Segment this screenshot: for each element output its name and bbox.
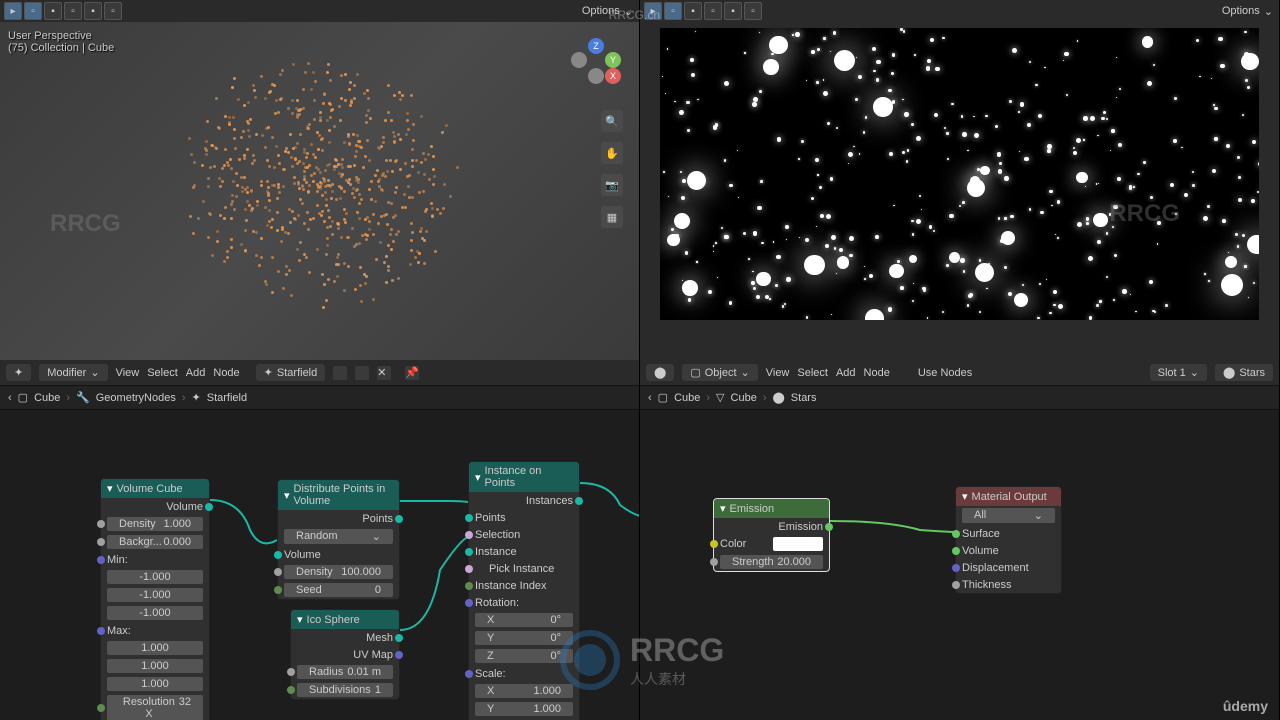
pan-icon[interactable]: ✋ bbox=[601, 142, 623, 164]
breadcrumb-item[interactable]: Cube bbox=[34, 392, 60, 404]
select-intersect-icon[interactable]: ▫ bbox=[104, 2, 122, 20]
menu-node[interactable]: Node bbox=[864, 367, 890, 379]
node-header[interactable]: ▾ Ico Sphere bbox=[291, 610, 399, 629]
node-volume-cube[interactable]: ▾ Volume Cube Volume Density1.000 Backgr… bbox=[100, 478, 210, 720]
select-box-icon[interactable]: ▫ bbox=[24, 2, 42, 20]
chevron-left-icon[interactable]: ‹ bbox=[648, 392, 652, 404]
modifier-dropdown[interactable]: Modifier ⌄ bbox=[39, 364, 107, 381]
select-invert-icon[interactable]: ▪ bbox=[84, 2, 102, 20]
select-subtract-icon[interactable]: ▫ bbox=[64, 2, 82, 20]
node-header[interactable]: ▾ Emission bbox=[714, 499, 829, 518]
breadcrumb-item[interactable]: Cube bbox=[731, 392, 757, 404]
axis-z[interactable]: Z bbox=[588, 38, 604, 54]
select-invert-icon[interactable]: ▪ bbox=[724, 2, 742, 20]
menu-select[interactable]: Select bbox=[797, 367, 828, 379]
breadcrumb: ‹ ▢ Cube › 🔧 GeometryNodes › ✦ Starfield bbox=[0, 386, 639, 410]
viewport-3d[interactable]: ▸ ▫ ▪ ▫ ▪ ▫ Options ⌄ User Perspective (… bbox=[0, 0, 640, 360]
node-header[interactable]: ▾ Volume Cube bbox=[101, 479, 209, 498]
particle-preview bbox=[180, 60, 460, 300]
axis-x[interactable]: X bbox=[605, 68, 621, 84]
menu-add[interactable]: Add bbox=[836, 367, 856, 379]
select-subtract-icon[interactable]: ▫ bbox=[704, 2, 722, 20]
axis-neg[interactable] bbox=[571, 52, 587, 68]
node-distribute-points[interactable]: ▾ Distribute Points in Volume Points Ran… bbox=[277, 479, 400, 600]
mode-dropdown[interactable]: Random⌄ bbox=[284, 529, 393, 544]
menu-add[interactable]: Add bbox=[186, 367, 206, 379]
tree-selector[interactable]: ✦ Starfield bbox=[256, 364, 326, 381]
editor-type-dropdown[interactable]: ⬤ bbox=[646, 364, 674, 381]
use-nodes-label: Use Nodes bbox=[918, 367, 972, 379]
viewport-info: User Perspective (75) Collection | Cube bbox=[8, 30, 114, 54]
chevron-down-icon[interactable]: ⌄ bbox=[1264, 5, 1273, 18]
editor-header: ✦ Modifier ⌄ View Select Add Node ✦ Star… bbox=[0, 360, 639, 386]
menu-view[interactable]: View bbox=[766, 367, 790, 379]
nav-gizmo[interactable]: Z Y X bbox=[571, 38, 621, 88]
mesh-icon: ▽ bbox=[716, 391, 724, 404]
breadcrumb-item[interactable]: Starfield bbox=[207, 392, 247, 404]
node-ico-sphere[interactable]: ▾ Ico Sphere Mesh UV Map Radius0.01 m Su… bbox=[290, 609, 400, 700]
render-output bbox=[660, 28, 1259, 320]
shader-editor[interactable]: ⬤ ▢ Object ⌄ View Select Add Node Use No… bbox=[640, 360, 1280, 720]
viewport-header: ▸ ▫ ▪ ▫ ▪ ▫ Options ⌄ bbox=[0, 0, 639, 22]
node-header[interactable]: ▾ Instance on Points bbox=[469, 462, 579, 492]
breadcrumb-item[interactable]: GeometryNodes bbox=[96, 392, 176, 404]
editor-header: ⬤ ▢ Object ⌄ View Select Add Node Use No… bbox=[640, 360, 1279, 386]
cube-icon: ▢ bbox=[658, 391, 668, 404]
pin-icon[interactable] bbox=[333, 366, 347, 380]
node-header[interactable]: ▾ Distribute Points in Volume bbox=[278, 480, 399, 510]
breadcrumb-item[interactable]: Cube bbox=[674, 392, 700, 404]
chevron-down-icon[interactable]: ⌄ bbox=[624, 5, 633, 18]
color-swatch[interactable] bbox=[773, 537, 823, 551]
options-dropdown[interactable]: Options bbox=[582, 5, 620, 17]
axis-y[interactable]: Y bbox=[605, 52, 621, 68]
menu-view[interactable]: View bbox=[116, 367, 140, 379]
material-icon: ⬤ bbox=[772, 391, 784, 404]
cursor-tool-icon[interactable]: ▸ bbox=[4, 2, 22, 20]
camera-icon[interactable]: 📷 bbox=[601, 174, 623, 196]
breadcrumb-item[interactable]: Stars bbox=[791, 392, 817, 404]
node-header[interactable]: ▾ Material Output bbox=[956, 487, 1061, 506]
modifier-icon: 🔧 bbox=[76, 391, 90, 404]
snap-icon[interactable]: 📌 bbox=[405, 366, 419, 380]
cube-icon: ▢ bbox=[18, 391, 28, 404]
zoom-icon[interactable]: 🔍 bbox=[601, 110, 623, 132]
shader-type-dropdown[interactable]: ▢ Object ⌄ bbox=[682, 364, 757, 381]
udemy-watermark: ûdemy bbox=[1223, 698, 1268, 714]
geometry-nodes-editor[interactable]: ✦ Modifier ⌄ View Select Add Node ✦ Star… bbox=[0, 360, 640, 720]
slot-dropdown[interactable]: Slot 1 ⌄ bbox=[1150, 364, 1207, 381]
node-emission[interactable]: ▾ Emission Emission Color Strength20.000 bbox=[713, 498, 830, 572]
viewport-header-right: ▸ ▫ ▪ ▫ ▪ ▫ Options ⌄ bbox=[640, 0, 1279, 22]
grid-icon[interactable]: ▦ bbox=[601, 206, 623, 228]
viewport-render[interactable]: ▸ ▫ ▪ ▫ ▪ ▫ Options ⌄ bbox=[640, 0, 1280, 360]
options-dropdown[interactable]: Options bbox=[1222, 5, 1260, 17]
cursor-tool-icon[interactable]: ▸ bbox=[644, 2, 662, 20]
select-extend-icon[interactable]: ▪ bbox=[684, 2, 702, 20]
editor-type-dropdown[interactable]: ✦ bbox=[6, 364, 31, 381]
menu-select[interactable]: Select bbox=[147, 367, 178, 379]
node-graph[interactable]: ▾ Volume Cube Volume Density1.000 Backgr… bbox=[0, 410, 639, 720]
select-box-icon[interactable]: ▫ bbox=[664, 2, 682, 20]
node-graph[interactable]: ▾ Emission Emission Color Strength20.000… bbox=[640, 410, 1279, 720]
chevron-left-icon[interactable]: ‹ bbox=[8, 392, 12, 404]
material-selector[interactable]: ⬤ Stars bbox=[1215, 364, 1273, 381]
node-material-output[interactable]: ▾ Material Output All⌄ Surface Volume Di… bbox=[955, 486, 1062, 594]
breadcrumb: ‹ ▢ Cube › ▽ Cube › ⬤ Stars bbox=[640, 386, 1279, 410]
fake-user-icon[interactable] bbox=[355, 366, 369, 380]
tree-icon: ✦ bbox=[192, 391, 201, 404]
use-nodes-checkbox[interactable] bbox=[898, 367, 910, 379]
select-intersect-icon[interactable]: ▫ bbox=[744, 2, 762, 20]
select-extend-icon[interactable]: ▪ bbox=[44, 2, 62, 20]
target-dropdown[interactable]: All⌄ bbox=[962, 508, 1055, 523]
node-instance-on-points[interactable]: ▾ Instance on Points Instances Points Se… bbox=[468, 461, 580, 720]
unlink-icon[interactable]: ✕ bbox=[377, 366, 391, 380]
menu-node[interactable]: Node bbox=[213, 367, 239, 379]
axis-neg2[interactable] bbox=[588, 68, 604, 84]
